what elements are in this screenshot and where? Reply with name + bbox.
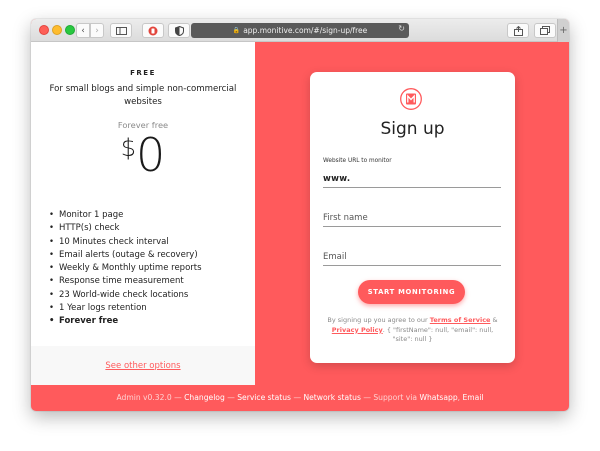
email-field [323, 244, 501, 266]
plus-icon: + [559, 25, 568, 36]
browser-toolbar: ‹ › 🔒 app.monitive.com/#/sign-up/free ↻ … [31, 19, 569, 42]
chevron-right-icon: › [95, 25, 99, 36]
website-url-label: Website URL to monitor [323, 158, 392, 164]
changelog-link[interactable]: Changelog [184, 393, 225, 402]
new-tab-button[interactable]: + [557, 19, 569, 42]
reload-icon[interactable]: ↻ [398, 24, 405, 33]
website-url-field [323, 166, 501, 188]
email-input[interactable] [323, 250, 501, 265]
feature-list: Monitor 1 page HTTP(s) check 10 Minutes … [49, 209, 202, 329]
feature-item: Weekly & Monthly uptime reports [49, 262, 202, 276]
footer-separator: — [224, 393, 238, 402]
terms-prefix: By signing up you agree to our [327, 316, 430, 324]
forward-button[interactable]: › [90, 23, 104, 38]
shield-icon [174, 25, 184, 36]
plan-description: For small blogs and simple non-commercia… [49, 84, 237, 107]
footer-separator: — [171, 393, 185, 402]
feature-item: Forever free [49, 315, 202, 329]
tabs-icon [540, 26, 550, 35]
plan-name: FREE [130, 69, 156, 77]
extension-button-1[interactable] [142, 23, 164, 38]
zoom-window-button[interactable] [65, 25, 75, 35]
close-window-button[interactable] [39, 25, 49, 35]
minimize-window-button[interactable] [52, 25, 62, 35]
plan-card: FREE For small blogs and simple non-comm… [31, 42, 255, 385]
feature-item: Monitor 1 page [49, 209, 202, 223]
show-tabs-button[interactable] [534, 23, 556, 38]
terms-notice: By signing up you agree to our Terms of … [322, 316, 503, 345]
signup-card: Sign up Website URL to monitor START MON… [310, 72, 515, 363]
feature-item: 23 World-wide check locations [49, 289, 202, 303]
price-amount: 0 [136, 128, 166, 182]
chevron-left-icon: ‹ [81, 25, 85, 36]
monitive-logo-icon [400, 88, 422, 110]
price-currency: $ [120, 134, 136, 162]
plan-card-footer: See other options [31, 346, 255, 385]
address-bar-url: app.monitive.com/#/sign-up/free [243, 26, 368, 35]
sidebar-toggle-button[interactable] [110, 23, 132, 38]
plan-price: $0 [31, 130, 255, 180]
feature-item: 10 Minutes check interval [49, 236, 202, 250]
back-button[interactable]: ‹ [76, 23, 90, 38]
feature-item: Email alerts (outage & recovery) [49, 249, 202, 263]
feature-item: Response time measurement [49, 275, 202, 289]
share-icon [513, 25, 523, 36]
service-status-link[interactable]: Service status [237, 393, 291, 402]
stop-circle-icon [148, 26, 158, 35]
terms-and: & [490, 316, 498, 324]
privacy-policy-link[interactable]: Privacy Policy [332, 326, 383, 334]
browser-window: ‹ › 🔒 app.monitive.com/#/sign-up/free ↻ … [31, 19, 569, 411]
whatsapp-link[interactable]: Whatsapp [419, 393, 457, 402]
see-other-options-link[interactable]: See other options [105, 361, 180, 371]
first-name-field [323, 205, 501, 227]
feature-item: 1 Year logs retention [49, 302, 202, 316]
feature-item: HTTP(s) check [49, 222, 202, 236]
sidebar-icon [115, 26, 127, 35]
website-url-input[interactable] [323, 172, 501, 187]
signup-title: Sign up [380, 119, 445, 139]
start-monitoring-button[interactable]: START MONITORING [358, 280, 465, 304]
network-status-link[interactable]: Network status [303, 393, 360, 402]
footer-separator: — [291, 393, 304, 402]
lock-icon: 🔒 [232, 27, 241, 34]
footer-separator: — [360, 393, 374, 402]
email-link[interactable]: Email [462, 393, 483, 402]
terms-suffix: . { "firstName": null, "email": null, "s… [382, 325, 494, 344]
share-button[interactable] [507, 23, 529, 38]
first-name-input[interactable] [323, 211, 501, 226]
address-bar[interactable]: 🔒 app.monitive.com/#/sign-up/free ↻ [191, 23, 409, 38]
support-via-text: Support via [373, 393, 420, 402]
extension-button-2[interactable] [168, 23, 190, 38]
page-footer: Admin v0.32.0 — Changelog — Service stat… [116, 393, 484, 402]
terms-of-service-link[interactable]: Terms of Service [430, 316, 491, 324]
admin-version: Admin v0.32.0 [116, 393, 172, 402]
